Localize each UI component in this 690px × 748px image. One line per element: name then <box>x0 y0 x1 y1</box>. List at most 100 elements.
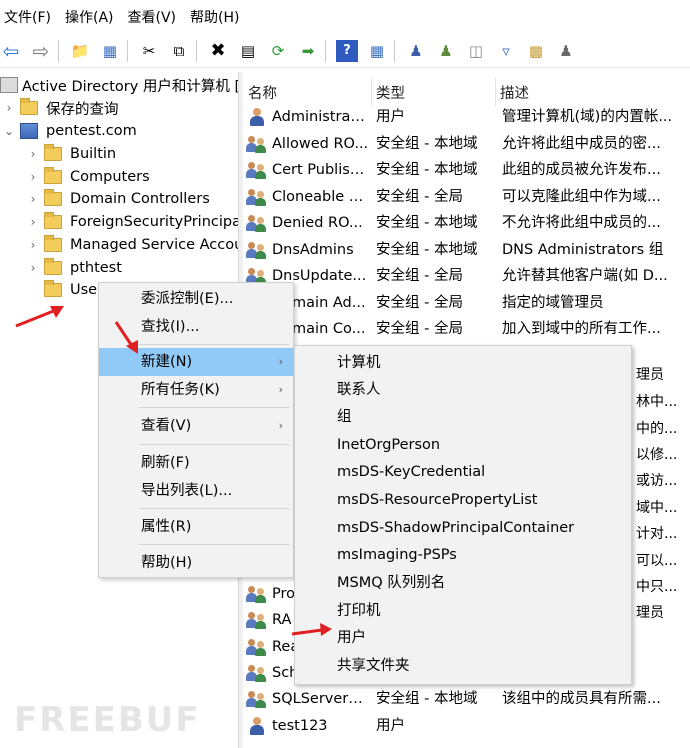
list-item-desc-fragment: 林中... <box>636 394 678 410</box>
refresh-icon[interactable]: ⟳ <box>267 40 289 62</box>
list-item[interactable]: Cloneable D... 安全组 - 全局 可以克隆此组中作为域... <box>244 184 690 210</box>
menu-separator <box>139 407 289 408</box>
forward-icon[interactable]: ⇨ <box>30 39 52 63</box>
submenu-arrow-icon: › <box>278 355 283 368</box>
submenu-arrow-icon: › <box>278 419 283 432</box>
list-item[interactable]: SQLServer2... 安全组 - 本地域 该组中的成员具有所需... <box>244 686 690 712</box>
submenu-item-msds-resourcepropertylist[interactable]: msDS-ResourcePropertyList <box>337 487 537 514</box>
list-item-desc-fragment: 以修... <box>636 447 678 463</box>
submenu-item-user[interactable]: 用户 <box>337 625 366 652</box>
submenu-item-msimaging-psps[interactable]: msImaging-PSPs <box>337 542 457 569</box>
submenu-item-inetorgperson[interactable]: InetOrgPerson <box>337 432 440 459</box>
menu-item-export-list[interactable]: 导出列表(L)... <box>99 477 293 505</box>
group-icon <box>246 214 268 232</box>
list-item-desc-fragment: 中的... <box>636 421 678 437</box>
red-arrow-icon <box>291 623 332 636</box>
tree-item-domain[interactable]: ⌄ pentest.com <box>4 120 137 142</box>
list-item[interactable]: Denied RO... 安全组 - 本地域 不允许将此组中成员的... <box>244 210 690 236</box>
help-icon[interactable]: ? <box>336 39 358 62</box>
list-item[interactable]: Allowed RO... 安全组 - 本地域 允许将此组中成员的密... <box>244 131 690 157</box>
tree-item-pthtest[interactable]: › pthtest <box>28 257 122 279</box>
tree-item-foreign-security-principals[interactable]: › ForeignSecurityPrincipal <box>28 211 238 233</box>
menu-item-properties[interactable]: 属性(R) <box>99 513 293 541</box>
ou-folder-icon <box>44 258 62 275</box>
submenu-item-group[interactable]: 组 <box>337 404 352 431</box>
group-icon <box>246 664 268 682</box>
column-header-label: 名称 <box>248 85 277 102</box>
list-item-type: 安全组 - 全局 <box>376 188 463 205</box>
chevron-right-icon[interactable]: › <box>28 238 38 252</box>
tree-item-label: pentest.com <box>46 123 137 139</box>
copy-icon[interactable]: ⧉ <box>168 40 190 62</box>
menu-item-delegate-control[interactable]: 委派控制(E)... <box>99 285 293 313</box>
list-item-name: Cert Publish... <box>272 162 370 178</box>
chevron-right-icon[interactable]: › <box>28 147 38 161</box>
chevron-right-icon[interactable]: › <box>28 192 38 206</box>
chevron-right-icon[interactable]: › <box>28 215 38 229</box>
column-header-name[interactable]: 名称 <box>244 78 372 106</box>
column-header-desc[interactable]: 描述 <box>496 78 690 106</box>
find-icon[interactable]: ▩ <box>525 40 547 62</box>
tree-item-label: Builtin <box>70 146 117 162</box>
user-icon <box>248 716 266 735</box>
submenu-item-computer[interactable]: 计算机 <box>337 350 381 377</box>
menu-item-label: 查看(V) <box>141 418 192 434</box>
filter-icon[interactable]: ▿ <box>495 40 517 62</box>
menu-action[interactable]: 操作(A) <box>61 7 124 27</box>
list-item[interactable]: DnsUpdate... 安全组 - 全局 允许替其他客户端(如 D... <box>244 263 690 289</box>
group-icon <box>246 241 268 259</box>
list-item[interactable]: Cert Publish... 安全组 - 本地域 此组的成员被允许发布... <box>244 157 690 183</box>
new-group-icon[interactable]: ♟ <box>435 40 457 62</box>
toolbar-separator <box>394 39 395 62</box>
menu-file[interactable]: 文件(F) <box>0 7 61 27</box>
list-item[interactable]: DnsAdmins 安全组 - 本地域 DNS Administrators 组 <box>244 237 690 263</box>
list-item[interactable]: Domain Ad... 安全组 - 全局 指定的域管理员 <box>244 290 690 316</box>
view-icon[interactable]: ▦ <box>366 40 388 62</box>
submenu-item-msmq-alias[interactable]: MSMQ 队列别名 <box>337 570 445 597</box>
list-item-name: Denied RO... <box>272 215 363 231</box>
submenu-item-msds-shadowprincipalcontainer[interactable]: msDS-ShadowPrincipalContainer <box>337 515 574 542</box>
menu-item-all-tasks[interactable]: 所有任务(K) › <box>99 376 293 404</box>
menu-item-view[interactable]: 查看(V) › <box>99 412 293 440</box>
tree-item-computers[interactable]: › Computers <box>28 166 150 188</box>
menu-separator <box>139 444 289 445</box>
menu-item-refresh[interactable]: 刷新(F) <box>99 449 293 477</box>
chevron-down-icon[interactable]: ⌄ <box>4 124 14 138</box>
properties-icon[interactable]: ▤ <box>237 40 259 62</box>
tree-root[interactable]: Active Directory 用户和计算机 [ <box>0 74 238 96</box>
column-header-type[interactable]: 类型 <box>372 78 496 106</box>
menu-separator <box>139 344 289 345</box>
list-item[interactable]: test123 用户 <box>244 713 690 739</box>
tree-item-saved-queries[interactable]: › 保存的查询 <box>4 97 119 119</box>
export-icon[interactable]: ➡ <box>297 40 319 62</box>
ad-console-icon <box>0 77 18 93</box>
chevron-right-icon[interactable]: › <box>4 101 14 115</box>
back-icon[interactable]: ⇦ <box>0 39 22 63</box>
chevron-right-icon[interactable]: › <box>28 170 38 184</box>
menu-view[interactable]: 查看(V) <box>124 7 187 27</box>
tree-item-domain-controllers[interactable]: › Domain Controllers <box>28 188 210 210</box>
submenu-item-shared-folder[interactable]: 共享文件夹 <box>337 653 410 680</box>
submenu-item-contact[interactable]: 联系人 <box>337 377 381 404</box>
new-ou-icon[interactable]: ◫ <box>465 40 487 62</box>
list-item-desc: 不允许将此组中成员的... <box>502 215 661 231</box>
menu-help[interactable]: 帮助(H) <box>186 7 249 27</box>
folder-icon <box>44 144 62 161</box>
menu-item-label: 委派控制(E)... <box>141 291 234 307</box>
console-tree-icon[interactable]: ▦ <box>99 40 121 62</box>
tree-item-builtin[interactable]: › Builtin <box>28 143 116 165</box>
up-folder-icon[interactable]: 📁 <box>69 40 91 62</box>
cut-icon[interactable]: ✂ <box>138 40 160 62</box>
new-user-icon[interactable]: ♟ <box>405 40 427 62</box>
tree-item-managed-service-accounts[interactable]: › Managed Service Accou <box>28 234 238 256</box>
submenu-item-msds-keycredential[interactable]: msDS-KeyCredential <box>337 459 485 486</box>
list-item-name: SQLServer2... <box>272 691 370 707</box>
menu-item-help[interactable]: 帮助(H) <box>99 549 293 577</box>
list-item[interactable]: Administrator 用户 管理计算机(域)的内置帐... <box>244 104 690 130</box>
list-item[interactable]: Domain Co... 安全组 - 全局 加入到域中的所有工作... <box>244 316 690 342</box>
chevron-right-icon[interactable]: › <box>28 261 38 275</box>
tree-item-label: Computers <box>70 169 150 185</box>
submenu-item-printer[interactable]: 打印机 <box>337 598 381 625</box>
delegate-icon[interactable]: ♟ <box>555 40 577 62</box>
delete-icon[interactable]: ✖ <box>207 40 229 62</box>
